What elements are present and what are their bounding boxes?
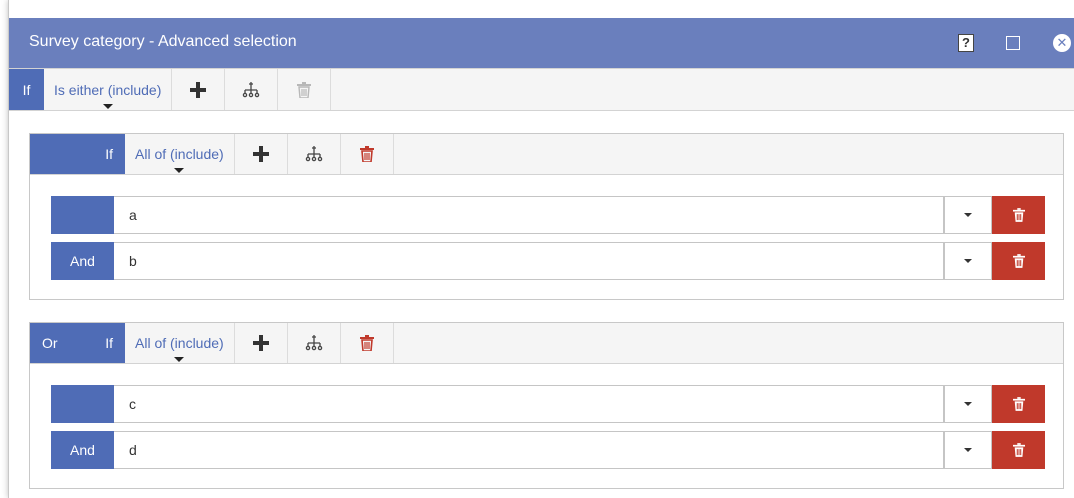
condition-row: And b — [51, 242, 1045, 280]
delete-row-button[interactable] — [992, 242, 1045, 280]
caret-down-icon — [964, 213, 972, 217]
caret-down-icon — [964, 402, 972, 406]
value-dropdown-button[interactable] — [944, 431, 992, 469]
caret-down-icon — [102, 104, 113, 109]
maximize-icon[interactable] — [1002, 32, 1024, 54]
hierarchy-add-icon — [305, 335, 322, 351]
trash-icon — [1012, 254, 1025, 268]
plus-icon — [190, 81, 207, 98]
delete-row-button[interactable] — [992, 196, 1045, 234]
add-group-button[interactable] — [225, 69, 279, 110]
delete-row-button[interactable] — [992, 385, 1045, 423]
hierarchy-add-icon — [243, 81, 260, 97]
conjunction-label — [51, 196, 114, 234]
value-dropdown-button[interactable] — [944, 196, 992, 234]
delete-group-button[interactable] — [341, 134, 394, 174]
caret-down-icon — [964, 448, 972, 452]
operator-label: Is either (include) — [54, 81, 162, 98]
caret-down-icon — [174, 168, 185, 173]
conjunction-label: And — [51, 431, 114, 469]
add-condition-button[interactable] — [235, 134, 288, 174]
if-label: Or If — [30, 323, 125, 363]
advanced-selection-dialog: Survey category - Advanced selection ? ✕… — [8, 0, 1074, 498]
group-rule-bar: Or If All of (include) — [30, 323, 1063, 364]
close-icon[interactable]: ✕ — [1051, 32, 1073, 54]
conjunction-label — [51, 385, 114, 423]
operator-label: All of (include) — [135, 335, 224, 351]
if-label: If — [30, 134, 125, 174]
caret-down-icon — [174, 357, 185, 362]
condition-row: c — [51, 385, 1045, 423]
condition-row: And d — [51, 431, 1045, 469]
operator-select[interactable]: Is either (include) — [44, 69, 173, 110]
group-rule-bar: If All of (include) — [30, 134, 1063, 175]
condition-value[interactable]: c — [114, 385, 944, 423]
condition-value[interactable]: a — [114, 196, 944, 234]
dialog-title: Survey category - Advanced selection — [29, 33, 297, 50]
condition-value[interactable]: b — [114, 242, 944, 280]
add-group-button[interactable] — [288, 134, 341, 174]
trash-icon — [297, 81, 312, 98]
add-group-button[interactable] — [288, 323, 341, 363]
value-dropdown-button[interactable] — [944, 385, 992, 423]
trash-icon — [359, 335, 374, 351]
help-icon[interactable]: ? — [955, 32, 977, 54]
condition-value[interactable]: d — [114, 431, 944, 469]
add-condition-button[interactable] — [235, 323, 288, 363]
operator-select[interactable]: All of (include) — [125, 323, 235, 363]
top-rule-bar: If Is either (include) — [9, 68, 1074, 111]
dialog-titlebar: Survey category - Advanced selection ? ✕ — [9, 18, 1074, 68]
if-label: If — [9, 69, 44, 110]
delete-group-button[interactable] — [341, 323, 394, 363]
condition-group: If All of (include) a And b — [29, 133, 1064, 300]
condition-row: a — [51, 196, 1045, 234]
operator-label: All of (include) — [135, 146, 224, 162]
plus-icon — [252, 335, 269, 351]
trash-icon — [1012, 208, 1025, 222]
delete-group-button[interactable] — [278, 69, 332, 110]
add-condition-button[interactable] — [172, 69, 226, 110]
trash-icon — [359, 146, 374, 162]
operator-select[interactable]: All of (include) — [125, 134, 235, 174]
group-prefix: Or — [42, 335, 58, 351]
value-dropdown-button[interactable] — [944, 242, 992, 280]
plus-icon — [252, 146, 269, 162]
trash-icon — [1012, 397, 1025, 411]
caret-down-icon — [964, 259, 972, 263]
hierarchy-add-icon — [305, 146, 322, 162]
delete-row-button[interactable] — [992, 431, 1045, 469]
trash-icon — [1012, 443, 1025, 457]
condition-group: Or If All of (include) c And d — [29, 322, 1064, 489]
conjunction-label: And — [51, 242, 114, 280]
